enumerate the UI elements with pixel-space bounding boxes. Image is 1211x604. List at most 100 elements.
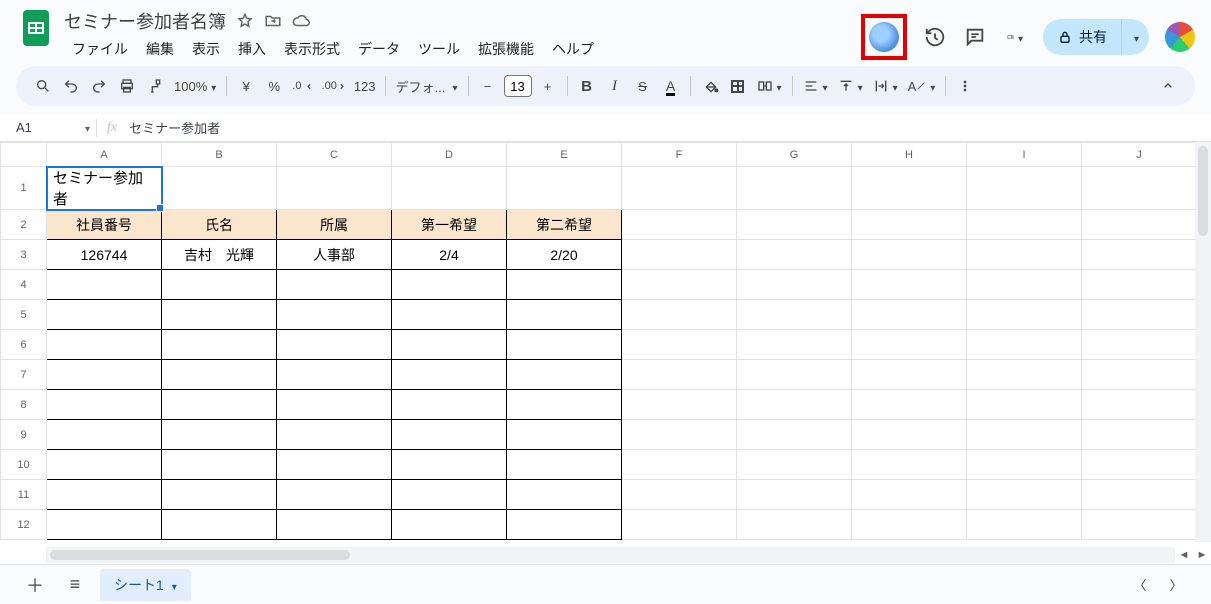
cell-B2[interactable]: 氏名 [162,210,277,240]
sheet-nav-right[interactable]: 〉 [1161,570,1191,600]
cell-E1[interactable] [507,167,622,210]
paint-format-icon[interactable] [142,72,168,100]
row-header-10[interactable]: 10 [1,450,47,480]
row-header-7[interactable]: 7 [1,360,47,390]
cell-A5[interactable] [47,300,162,330]
cell-A3[interactable]: 126744 [47,240,162,270]
cell-J3[interactable] [1082,240,1197,270]
cell-C4[interactable] [277,270,392,300]
more-formats[interactable]: 123 [351,72,379,100]
valign-button[interactable] [834,72,867,100]
scroll-left-icon[interactable]: ◄ [1175,546,1193,564]
cell-A10[interactable] [47,450,162,480]
cell-D1[interactable] [392,167,507,210]
bold-button[interactable]: B [574,72,600,100]
fontsize-input[interactable] [504,75,532,97]
cell-D3[interactable]: 2/4 [392,240,507,270]
col-header-B[interactable]: B [162,143,277,167]
cell-A6[interactable] [47,330,162,360]
cell-A11[interactable] [47,480,162,510]
increase-decimal[interactable]: .00 [319,72,349,100]
cell-D2[interactable]: 第一希望 [392,210,507,240]
formula-bar[interactable] [127,119,1211,136]
fontsize-increase[interactable]: + [535,72,561,100]
cell-A4[interactable] [47,270,162,300]
wrap-button[interactable] [869,72,902,100]
collapse-toolbar-icon[interactable] [1155,72,1181,100]
col-header-I[interactable]: I [967,143,1082,167]
row-header-2[interactable]: 2 [1,210,47,240]
cell-C1[interactable] [277,167,392,210]
menu-edit[interactable]: 編集 [138,36,182,62]
merge-cells-button[interactable] [753,72,786,100]
history-icon[interactable] [923,25,947,49]
fill-color-button[interactable] [697,72,723,100]
fontsize-decrease[interactable]: − [475,72,501,100]
row-header-9[interactable]: 9 [1,420,47,450]
menu-format[interactable]: 表示形式 [276,36,348,62]
row-header-3[interactable]: 3 [1,240,47,270]
cell-I1[interactable] [967,167,1082,210]
row-header-1[interactable]: 1 [1,167,47,210]
search-menus-icon[interactable] [30,72,56,100]
cell-E2[interactable]: 第二希望 [507,210,622,240]
cell-A8[interactable] [47,390,162,420]
cell-E4[interactable] [507,270,622,300]
cell-B3[interactable]: 吉村 光輝 [162,240,277,270]
comments-icon[interactable] [963,25,987,49]
sheet-nav-left[interactable]: 〈 [1125,570,1155,600]
row-header-8[interactable]: 8 [1,390,47,420]
row-header-12[interactable]: 12 [1,510,47,540]
menu-view[interactable]: 表示 [184,36,228,62]
cell-H1[interactable] [852,167,967,210]
row-header-5[interactable]: 5 [1,300,47,330]
cell-A1[interactable]: セミナー参加者 [47,167,162,210]
scroll-right-icon[interactable]: ► [1193,546,1211,564]
move-folder-icon[interactable] [264,12,282,30]
cell-C2[interactable]: 所属 [277,210,392,240]
account-avatar[interactable] [1165,22,1195,52]
zoom-dropdown[interactable]: 100% [170,72,220,100]
cell-A12[interactable] [47,510,162,540]
cell-F1[interactable] [622,167,737,210]
star-icon[interactable] [236,12,254,30]
select-all-corner[interactable] [1,143,47,167]
row-header-4[interactable]: 4 [1,270,47,300]
more-toolbar-icon[interactable] [952,72,978,100]
share-dropdown[interactable] [1121,19,1149,55]
format-percent[interactable]: % [261,72,287,100]
spreadsheet-grid[interactable]: A B C D E F G H I J 1 セミナー参加者 2 社員番号 氏名 [0,142,1197,540]
format-currency[interactable]: ¥ [233,72,259,100]
cell-J2[interactable] [1082,210,1197,240]
share-button[interactable]: 共有 [1043,19,1121,55]
rotate-button[interactable]: A [904,72,940,100]
sheets-logo[interactable] [16,8,56,48]
decrease-decimal[interactable]: .0 [289,72,316,100]
menu-file[interactable]: ファイル [64,36,136,62]
col-header-E[interactable]: E [507,143,622,167]
menu-ext[interactable]: 拡張機能 [470,36,542,62]
vertical-scrollbar[interactable] [1195,142,1211,542]
cell-I3[interactable] [967,240,1082,270]
col-header-A[interactable]: A [47,143,162,167]
menu-tools[interactable]: ツール [410,36,468,62]
horizontal-scrollbar[interactable] [46,547,1175,563]
borders-button[interactable] [725,72,751,100]
col-header-G[interactable]: G [737,143,852,167]
cell-A2[interactable]: 社員番号 [47,210,162,240]
menu-help[interactable]: ヘルプ [544,36,602,62]
cell-G3[interactable] [737,240,852,270]
cloud-status-icon[interactable] [292,12,310,30]
meet-icon[interactable] [1003,25,1027,49]
col-header-C[interactable]: C [277,143,392,167]
cell-G2[interactable] [737,210,852,240]
cell-E3[interactable]: 2/20 [507,240,622,270]
cell-A7[interactable] [47,360,162,390]
col-header-D[interactable]: D [392,143,507,167]
col-header-H[interactable]: H [852,143,967,167]
cell-I2[interactable] [967,210,1082,240]
row-header-11[interactable]: 11 [1,480,47,510]
print-icon[interactable] [114,72,140,100]
font-family-dropdown[interactable]: デフォ... [392,72,462,100]
cell-G1[interactable] [737,167,852,210]
